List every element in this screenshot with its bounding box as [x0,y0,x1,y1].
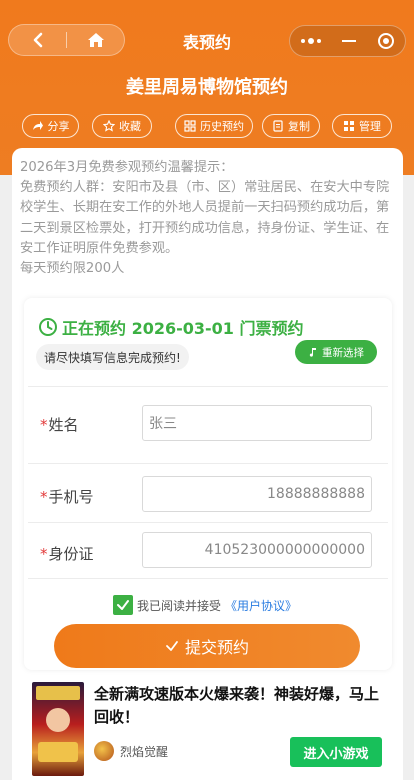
divider [28,386,388,387]
favorite-button[interactable]: 收藏 [92,114,152,138]
grid-icon [343,120,355,132]
star-icon [103,120,115,132]
history-icon [184,120,196,132]
nav-bar: 表预约 [0,20,414,62]
notice-line-2: 免费预约人群：安阳市及县（市、区）常驻居民、在安大中专院校学生、长期在安工作的外… [20,180,390,256]
history-label: 历史预约 [200,120,244,133]
agreement-row: 我已阅读并接受 《用户协议》 [113,595,297,615]
page-title: 姜里周易博物馆预约 [126,77,288,98]
ad-title[interactable]: 全新满攻速版本火爆来袭！神装好爆，马上回收！ [94,683,386,729]
name-label: *姓名 [40,416,79,434]
copy-icon [272,120,284,132]
music-note-icon [309,348,316,357]
booking-status-text: 正在预约 2026-03-01 门票预约 [62,319,304,338]
copy-label: 复制 [288,120,310,133]
notice-line-3: 每天预约限200人 [20,261,125,277]
id-card-field[interactable]: 410523000000000000 [142,532,372,568]
phone-label: *手机号 [40,488,94,506]
agree-text: 我已阅读并接受 [137,598,222,613]
divider [28,522,388,523]
history-button[interactable]: 历史预约 [175,114,253,138]
name-field[interactable]: 张三 [142,405,372,441]
nav-right-capsule [289,25,406,57]
agree-checkbox[interactable] [113,595,133,615]
check-icon [166,641,178,651]
phone-field[interactable]: 18888888888 [142,476,372,512]
booking-status: 正在预约 2026-03-01 门票预约 [38,316,304,338]
manage-label: 管理 [359,120,381,133]
share-label: 分享 [47,120,70,133]
id-card-label: *身份证 [40,545,94,563]
submit-button[interactable]: 提交预约 [54,624,360,668]
reselect-button[interactable]: 重新选择 [295,340,377,364]
share-button[interactable]: 分享 [22,114,79,138]
reselect-label: 重新选择 [322,346,364,359]
avatar [94,741,114,761]
copy-button[interactable]: 复制 [262,114,320,138]
manage-button[interactable]: 管理 [332,114,392,138]
notice-text: 2026年3月免费参观预约温馨提示： 免费预约人群：安阳市及县（市、区）常驻居民… [20,158,396,279]
submit-label: 提交预约 [184,638,249,657]
favorite-label: 收藏 [119,120,141,133]
booking-hint: 请尽快填写信息完成预约! [36,344,189,370]
ad-brand-name: 烈焰觉醒 [120,744,169,759]
notice-line-1: 2026年3月免费参观预约温馨提示： [20,160,234,175]
clock-icon [39,318,57,336]
more-dots-icon[interactable] [300,38,321,44]
check-icon [117,600,129,610]
share-icon [32,120,44,132]
ad-thumbnail[interactable] [32,682,84,776]
divider [28,463,388,464]
divider [28,578,388,579]
minimize-icon[interactable] [342,40,357,42]
action-bar: 分享 收藏 历史预约 复制 管理 [22,114,392,138]
user-agreement-link[interactable]: 《用户协议》 [225,597,297,614]
enter-game-button[interactable]: 进入小游戏 [290,737,382,767]
target-close-icon[interactable] [378,33,395,49]
ad-brand: 烈焰觉醒 [94,740,168,762]
